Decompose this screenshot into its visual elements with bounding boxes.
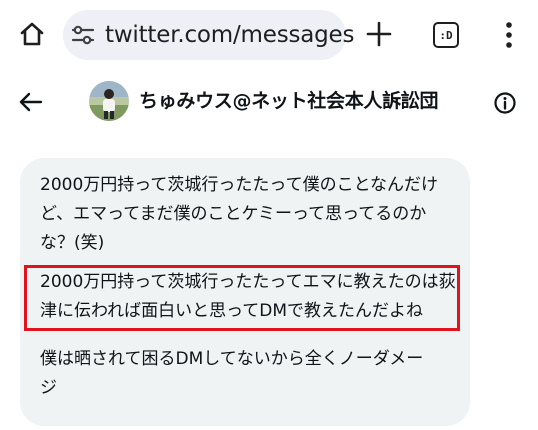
browser-menu-button[interactable] bbox=[500, 20, 518, 50]
message-line: 僕は晒されて困るDMしてないから全くノーダメー bbox=[40, 349, 424, 369]
more-vert-icon bbox=[506, 22, 512, 48]
message-line: 津に伝われば面白いと思ってDMで教えたんだよね bbox=[40, 301, 424, 321]
message-line: ジ bbox=[40, 378, 57, 398]
arrow-left-icon bbox=[19, 92, 43, 112]
message-bubble[interactable]: 2000万円持って茨城行ったたって僕のことなんだけ ど、エマってまだ僕のことケミ… bbox=[20, 158, 470, 426]
new-tab-button[interactable] bbox=[365, 20, 393, 48]
url-text[interactable]: twitter.com/messages bbox=[105, 20, 354, 50]
info-icon bbox=[494, 92, 516, 114]
conversation-title[interactable]: ちゅみウス@ネット社会本人訴訟団 bbox=[139, 88, 439, 114]
conversation-header: ちゅみウス@ネット社会本人訴訟団 bbox=[0, 72, 538, 132]
message-paragraph: 2000万円持って茨城行ったたって僕のことなんだけ ど、エマってまだ僕のことケミ… bbox=[40, 171, 460, 258]
message-line: な？(笑) bbox=[40, 233, 105, 253]
message-paragraph-highlighted: 2000万円持って茨城行ったたってエマに教えたのは荻 津に伝われば面白いと思って… bbox=[40, 268, 460, 326]
plus-icon bbox=[366, 21, 392, 47]
tab-switcher-button[interactable]: :D bbox=[433, 22, 459, 48]
address-bar[interactable]: twitter.com/messages bbox=[63, 10, 354, 60]
home-button[interactable] bbox=[17, 19, 47, 49]
tab-count-label: :D bbox=[439, 28, 453, 42]
screen: twitter.com/messages :D ちゅみウス@ネット社会本人訴訟団… bbox=[0, 0, 538, 430]
conversation-info-button[interactable] bbox=[493, 91, 517, 115]
avatar-photo bbox=[89, 81, 129, 121]
back-button[interactable] bbox=[18, 89, 44, 115]
message-line: 2000万円持って茨城行ったたって僕のことなんだけ bbox=[40, 175, 439, 195]
tune-icon[interactable] bbox=[71, 24, 95, 46]
message-paragraph: 僕は晒されて困るDMしてないから全くノーダメー ジ bbox=[40, 345, 460, 403]
avatar[interactable] bbox=[89, 81, 129, 121]
message-line: 2000万円持って茨城行ったたってエマに教えたのは荻 bbox=[40, 272, 456, 292]
home-icon bbox=[20, 22, 44, 46]
message-line: ど、エマってまだ僕のことケミーって思ってるのか bbox=[40, 204, 427, 224]
browser-toolbar: twitter.com/messages :D bbox=[0, 0, 538, 70]
